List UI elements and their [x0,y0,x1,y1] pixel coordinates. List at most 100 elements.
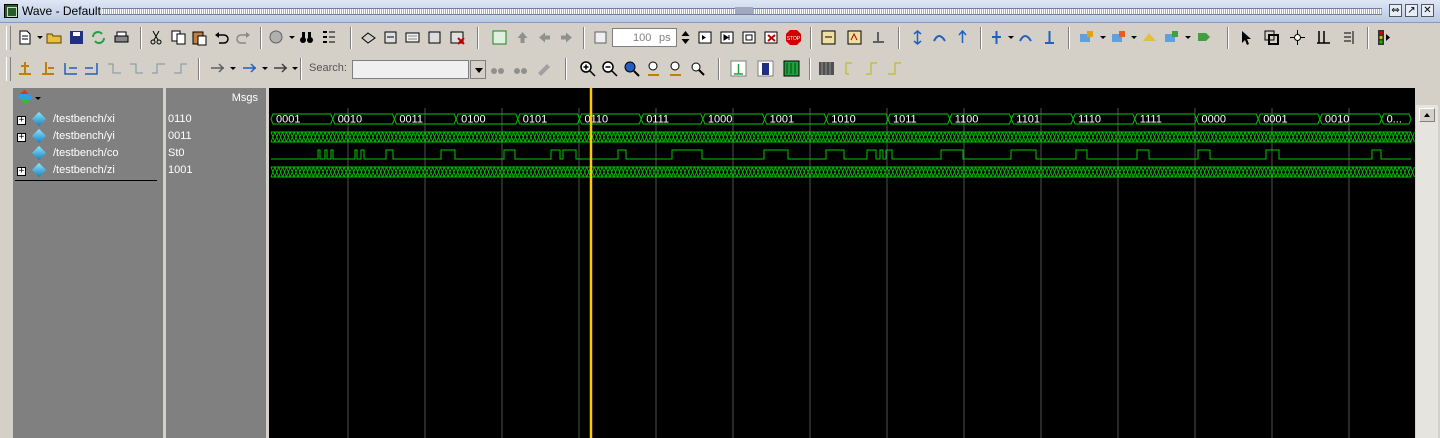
split-mode-icon[interactable] [1341,29,1358,46]
waveform-canvas[interactable]: 0001 0010 0011 0100 0101 0110 0111 1000 1001 1010… [269,88,1415,438]
simulate-icon[interactable] [404,29,421,46]
zoom-last-icon[interactable] [667,60,684,77]
edge-icon[interactable] [842,60,859,77]
step-out-icon[interactable] [870,29,887,46]
close-button[interactable]: ✕ [1421,4,1434,17]
continue-icon[interactable] [719,29,736,46]
compare-clock-icon[interactable] [1163,29,1180,46]
chevron-down-icon[interactable] [1131,36,1137,39]
signal-row[interactable]: + /testbench/zi [13,162,163,179]
toolbar-grip[interactable] [6,26,11,50]
format-icon[interactable] [320,29,337,46]
chevron-down-icon[interactable] [35,97,41,100]
end-simulation-icon[interactable] [449,29,466,46]
cursor-link-icon[interactable] [1017,29,1034,46]
break-run-icon[interactable] [763,29,780,46]
vertical-scrollbar[interactable] [1416,105,1438,438]
chevron-down-icon[interactable] [1008,36,1014,39]
run-length-input[interactable]: 100 ps [612,28,677,47]
expand-icon[interactable]: + [17,167,26,176]
traffic-light-icon[interactable] [1375,29,1392,46]
copy-icon[interactable] [170,29,187,46]
expand-events-icon[interactable] [272,60,289,77]
expand-time-icon[interactable] [209,60,226,77]
run-length-icon[interactable] [592,29,609,46]
signal-row[interactable]: + /testbench/yi [13,128,163,145]
toolbar-grip[interactable] [6,57,11,81]
stop-icon[interactable]: STOP [785,29,802,46]
zoom-in-icon[interactable] [579,60,596,77]
new-file-icon[interactable] [16,29,33,46]
compare-end-icon[interactable] [1195,29,1212,46]
expand-icon[interactable]: + [17,133,26,142]
next-rising-icon[interactable] [172,60,189,77]
search-back-icon[interactable] [512,60,529,77]
zoom-mode-icon[interactable] [1263,29,1280,46]
last-transition-icon[interactable] [83,60,100,77]
wave-signal-icon[interactable] [783,60,800,77]
break-icon[interactable] [426,29,443,46]
expand-delta-icon[interactable] [241,60,258,77]
reload-icon[interactable] [90,29,107,46]
compile-all-icon[interactable] [382,29,399,46]
arrow-right-icon[interactable] [558,29,575,46]
open-folder-icon[interactable] [46,29,63,46]
grid-icon[interactable] [818,60,835,77]
save-icon[interactable] [68,29,85,46]
dock-button[interactable]: ⇔ [1389,4,1402,17]
zoom-cursor-icon[interactable] [645,60,662,77]
redo-icon[interactable] [235,29,252,46]
run-icon[interactable] [697,29,714,46]
previous-edge-icon[interactable] [954,29,971,46]
chevron-down-icon[interactable] [289,36,295,39]
pan-mode-icon[interactable] [1289,29,1306,46]
delete-cursor-icon[interactable] [40,60,57,77]
select-mode-icon[interactable] [1238,29,1255,46]
next-edge-icon[interactable] [931,29,948,46]
binoculars-icon[interactable] [298,29,315,46]
undo-icon[interactable] [213,29,230,46]
wave-logic-icon[interactable] [757,60,774,77]
zoom-full-icon[interactable] [623,60,640,77]
search-input[interactable] [352,60,469,79]
step-icon[interactable] [820,29,837,46]
next-falling-icon[interactable] [128,60,145,77]
collapse-icon[interactable] [909,29,926,46]
edit-mode-icon[interactable] [1315,29,1332,46]
edge-fall-icon[interactable] [886,60,903,77]
insert-cursor-icon[interactable] [17,60,34,77]
signal-row[interactable]: /testbench/co [13,145,163,162]
chevron-down-icon[interactable] [292,67,298,70]
cursor-lock-icon[interactable] [1041,29,1058,46]
search-options-icon[interactable] [535,60,552,77]
compare-options-icon[interactable] [1110,29,1127,46]
chevron-down-icon[interactable] [1100,36,1106,39]
search-forward-icon[interactable] [489,60,506,77]
signal-tree-icon[interactable] [17,89,33,105]
paste-icon[interactable] [191,29,208,46]
run-all-icon[interactable] [741,29,758,46]
compare-run-icon[interactable] [1141,29,1158,46]
expand-icon[interactable]: + [17,116,26,125]
waveform-pane[interactable]: 0001 0010 0011 0100 0101 0110 0111 1000 1001 1010… [269,88,1415,438]
arrow-left-icon[interactable] [536,29,553,46]
prev-falling-icon[interactable] [106,60,123,77]
zoom-range-icon[interactable] [689,60,706,77]
print-icon[interactable] [113,29,130,46]
scroll-up-button[interactable] [1419,108,1435,122]
wave-literal-icon[interactable] [730,60,747,77]
search-dropdown[interactable] [470,60,486,79]
signal-names-pane[interactable]: + /testbench/xi + /testbench/yi/testbench/c… [13,88,163,438]
add-cursor-icon[interactable] [988,29,1005,46]
undock-button[interactable]: ↗ [1405,4,1418,17]
chevron-down-icon[interactable] [1185,36,1191,39]
zoom-selection-icon[interactable] [491,29,508,46]
step-over-icon[interactable] [846,29,863,46]
wave-compare-icon[interactable] [1078,29,1095,46]
signal-values-pane[interactable]: Msgs 0110 0011 St0 1001 [166,88,266,438]
prev-rising-icon[interactable] [150,60,167,77]
chevron-down-icon[interactable] [262,67,268,70]
cut-icon[interactable] [148,29,165,46]
chevron-down-icon[interactable] [37,36,43,39]
chevron-down-icon[interactable] [230,67,236,70]
